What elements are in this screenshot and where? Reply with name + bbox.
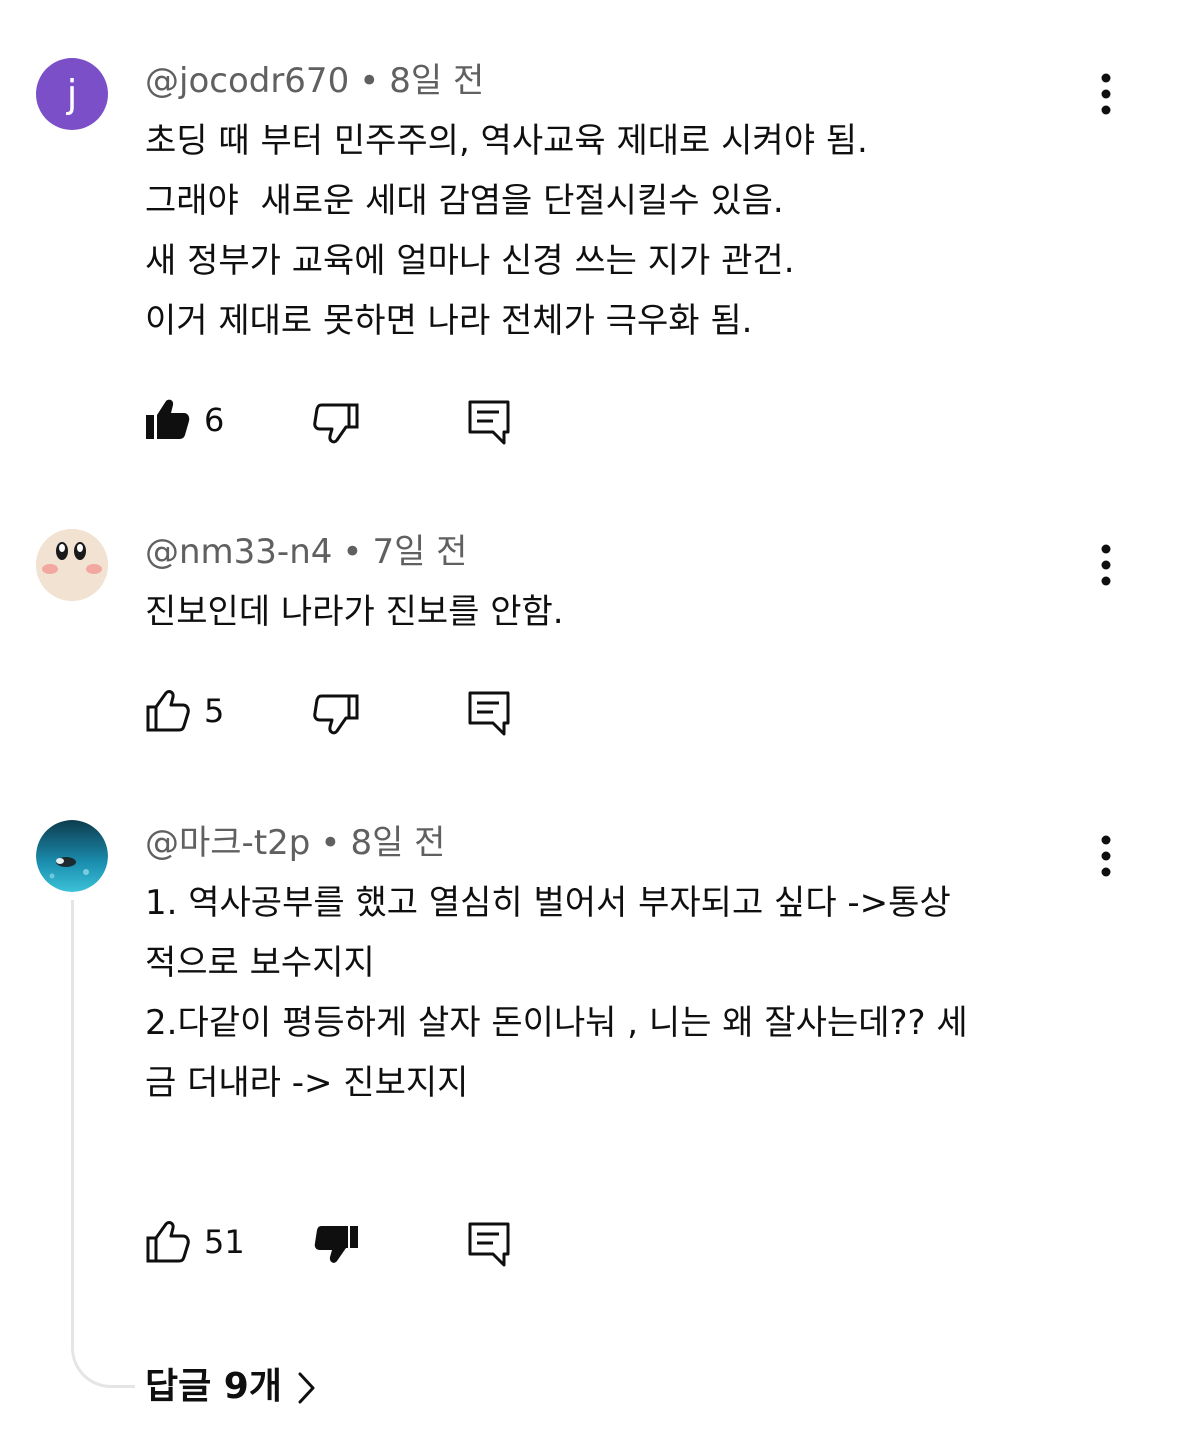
comment-text: 진보인데 나라가 진보를 안함. xyxy=(145,582,1105,642)
comment-text: 1. 역사공부를 했고 열심히 벌어서 부자되고 싶다 ->통상 적으로 보수지… xyxy=(145,873,1105,1113)
comment-meta: @마크-t2p • 8일 전 xyxy=(145,821,445,865)
reply-icon xyxy=(468,1222,510,1267)
thread-line xyxy=(71,900,135,1388)
dislike-button[interactable] xyxy=(310,687,366,737)
comment-line: 그래야 새로운 세대 감염을 단절시킬수 있음. xyxy=(145,181,784,221)
comment-meta: @jocodr670 • 8일 전 xyxy=(145,59,484,103)
reply-button[interactable] xyxy=(462,1218,518,1268)
comment-author[interactable]: @마크-t2p xyxy=(145,823,310,863)
reply-icon xyxy=(468,400,510,445)
kirby-avatar-icon xyxy=(36,529,108,601)
comment-line: 1. 역사공부를 했고 열심히 벌어서 부자되고 싶다 ->통상 xyxy=(145,883,951,923)
thumb-down-icon xyxy=(314,1226,358,1263)
thumb-up-icon xyxy=(146,1221,190,1263)
comment-author[interactable]: @jocodr670 xyxy=(145,61,349,101)
more-vert-icon[interactable] xyxy=(1088,72,1124,116)
comment-time[interactable]: 7일 전 xyxy=(372,532,467,572)
avatar[interactable] xyxy=(36,529,108,601)
like-button[interactable]: 51 xyxy=(140,1218,260,1268)
comment-line: 진보인데 나라가 진보를 안함. xyxy=(145,592,564,632)
reply-button[interactable] xyxy=(462,687,518,737)
like-button[interactable]: 5 xyxy=(140,687,240,737)
replies-label: 답글 9개 xyxy=(145,1366,282,1407)
comment-text: 초딩 때 부터 민주주의, 역사교육 제대로 시켜야 됨. 그래야 새로운 세대… xyxy=(145,111,1105,351)
like-count: 51 xyxy=(204,1223,245,1261)
avatar[interactable]: j xyxy=(36,58,108,130)
comment-line: 금 더내라 -> 진보지지 xyxy=(145,1063,469,1103)
more-vert-icon[interactable] xyxy=(1088,834,1124,878)
dislike-button[interactable] xyxy=(310,396,366,446)
more-vert-icon[interactable] xyxy=(1088,543,1124,587)
comment-line: 새 정부가 교육에 얼마나 신경 쓰는 지가 관건. xyxy=(145,241,795,281)
dislike-button[interactable] xyxy=(310,1218,366,1268)
comment-time[interactable]: 8일 전 xyxy=(389,61,484,101)
thumb-up-icon xyxy=(146,399,190,439)
comment-author[interactable]: @nm33-n4 xyxy=(145,532,332,572)
like-count: 5 xyxy=(204,692,225,730)
avatar[interactable] xyxy=(36,820,108,892)
reply-icon xyxy=(468,691,510,736)
comment-meta: @nm33-n4 • 7일 전 xyxy=(145,530,467,574)
separator-dot: • xyxy=(342,532,363,572)
view-replies-button[interactable]: 답글 9개 xyxy=(145,1360,318,1414)
separator-dot: • xyxy=(359,61,380,101)
thumb-down-icon xyxy=(313,403,359,444)
comment-line: 2.다같이 평등하게 살자 돈이나눠 , 니는 왜 잘사는데?? 세 xyxy=(145,1003,968,1043)
penguin-photo-avatar-icon xyxy=(36,820,108,892)
reply-button[interactable] xyxy=(462,396,518,446)
comment-time[interactable]: 8일 전 xyxy=(350,823,445,863)
comment-line: 초딩 때 부터 민주주의, 역사교육 제대로 시켜야 됨. xyxy=(145,121,868,161)
thumb-up-icon xyxy=(146,690,190,732)
chevron-right-icon xyxy=(298,1372,315,1404)
separator-dot: • xyxy=(320,823,341,863)
like-count: 6 xyxy=(204,401,225,439)
thumb-down-icon xyxy=(313,694,359,735)
comment-line: 적으로 보수지지 xyxy=(145,943,375,983)
like-button[interactable]: 6 xyxy=(140,396,240,446)
comment-line: 이거 제대로 못하면 나라 전체가 극우화 됨. xyxy=(145,301,753,341)
